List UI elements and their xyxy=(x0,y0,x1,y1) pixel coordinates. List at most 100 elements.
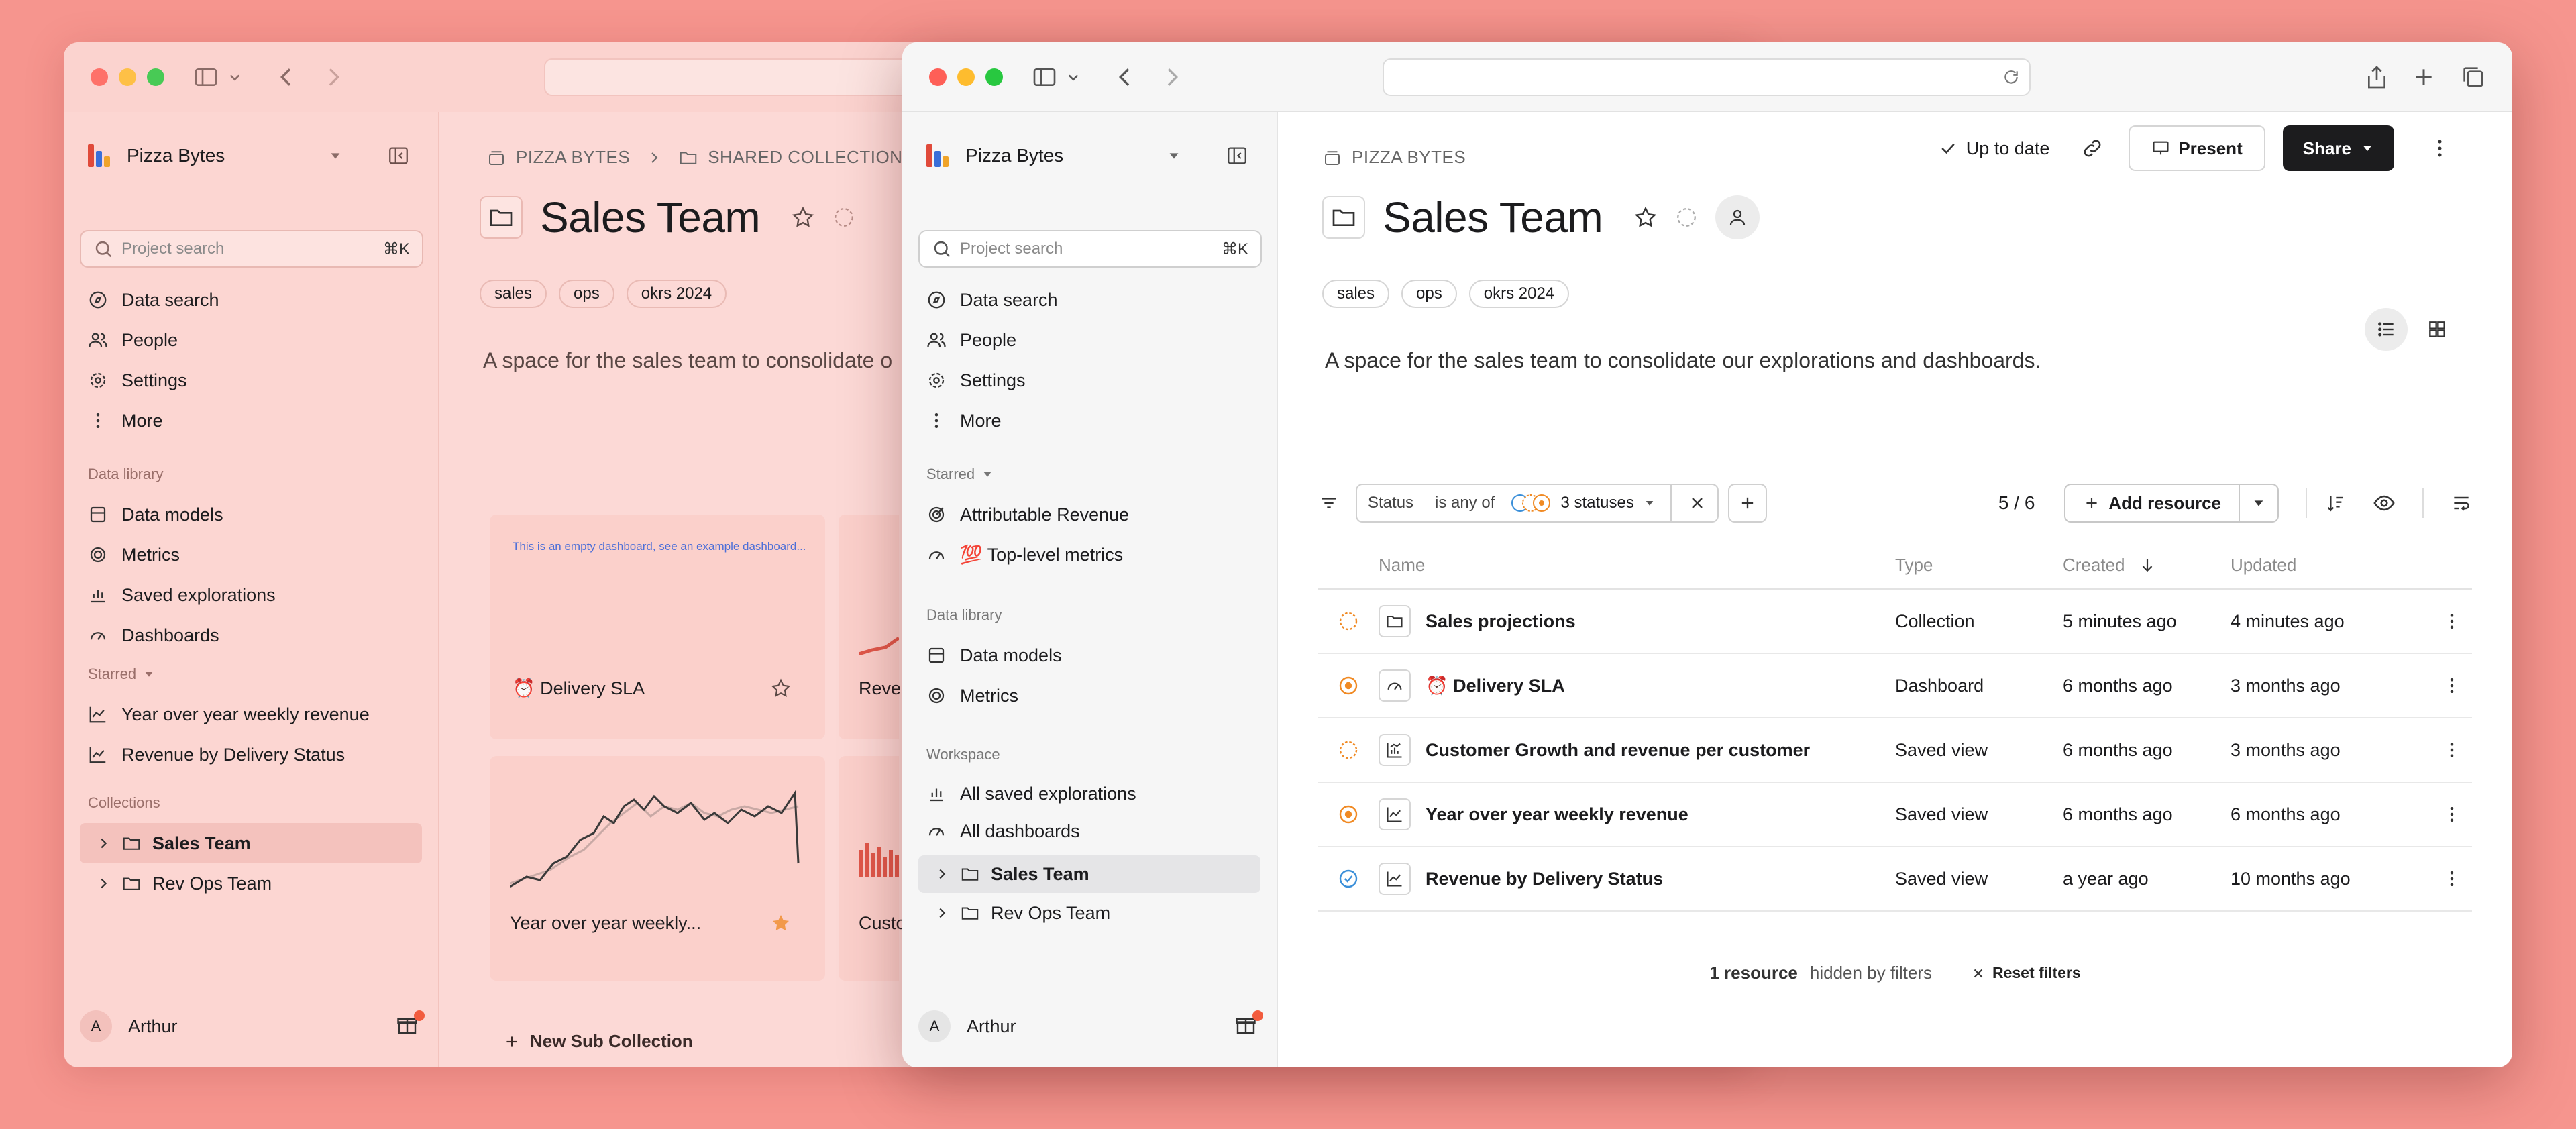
breadcrumb-shared[interactable]: SHARED COLLECTIONS xyxy=(708,147,914,168)
sort-icon[interactable] xyxy=(2324,492,2346,514)
forward-arrow-icon[interactable] xyxy=(319,64,348,91)
user-menu[interactable]: A Arthur xyxy=(80,1003,425,1050)
close-icon[interactable] xyxy=(1688,494,1707,513)
status-filter-chip[interactable]: Status is any of 3 statuses xyxy=(1356,484,1719,523)
add-filter-button[interactable] xyxy=(1727,484,1767,523)
share-sheet-icon[interactable] xyxy=(2362,64,2392,91)
more-vertical-icon[interactable] xyxy=(2442,676,2462,696)
more-vertical-icon[interactable] xyxy=(2442,804,2462,824)
copy-link-button[interactable] xyxy=(2074,129,2111,167)
workspace-switcher[interactable]: Pizza Bytes xyxy=(926,139,1181,172)
tag[interactable]: sales xyxy=(480,280,547,308)
card-customer-growth[interactable]: Custo xyxy=(839,756,906,981)
tab-overview-icon[interactable] xyxy=(2459,64,2488,91)
present-button[interactable]: Present xyxy=(2129,125,2265,171)
project-search-input[interactable]: Project search ⌘K xyxy=(80,230,423,268)
nav-more[interactable]: More xyxy=(64,400,438,441)
filter-icon[interactable] xyxy=(1318,492,1340,514)
section-starred[interactable]: Starred xyxy=(64,654,438,694)
nav-data-search[interactable]: Data search xyxy=(902,280,1277,320)
nav-settings[interactable]: Settings xyxy=(902,360,1277,400)
collection-rev-ops-team[interactable]: Rev Ops Team xyxy=(918,893,1260,933)
eye-icon[interactable] xyxy=(2373,492,2396,515)
nav-saved-explorations[interactable]: Saved explorations xyxy=(64,575,438,615)
empty-dashboard-note[interactable]: This is an empty dashboard, see an examp… xyxy=(513,540,806,553)
chevron-down-icon[interactable] xyxy=(1063,64,1083,91)
more-vertical-icon[interactable] xyxy=(2442,740,2462,760)
new-tab-icon[interactable] xyxy=(2409,64,2438,91)
status-icon[interactable] xyxy=(1675,206,1698,229)
more-vertical-icon[interactable] xyxy=(2442,869,2462,889)
tag[interactable]: okrs 2024 xyxy=(1468,280,1570,308)
column-updated[interactable]: Updated xyxy=(2231,555,2398,576)
grid-view-icon[interactable] xyxy=(2416,308,2459,351)
table-row[interactable]: Sales projections Collection 5 minutes a… xyxy=(1318,590,2472,654)
tag[interactable]: ops xyxy=(1401,280,1457,308)
back-arrow-icon[interactable] xyxy=(1110,64,1140,91)
collection-sales-team[interactable]: Sales Team xyxy=(918,855,1260,893)
column-created[interactable]: Created xyxy=(2063,555,2231,576)
status-in-progress-icon[interactable] xyxy=(1338,675,1359,696)
more-vertical-icon[interactable] xyxy=(2442,611,2462,631)
status-done-icon[interactable] xyxy=(1338,868,1359,890)
back-arrow-icon[interactable] xyxy=(272,64,301,91)
status-dashed-icon[interactable] xyxy=(1338,610,1359,632)
add-resource-button[interactable]: Add resource xyxy=(2064,484,2279,523)
nav-people[interactable]: People xyxy=(902,320,1277,360)
page-title[interactable]: Sales Team xyxy=(1383,193,1603,242)
owner-avatar-button[interactable] xyxy=(1715,195,1760,239)
nav-all-dashboards[interactable]: All dashboards xyxy=(902,812,1277,850)
card-year-over-year[interactable]: Year over year weekly... xyxy=(490,756,825,981)
chevron-right-icon[interactable] xyxy=(96,836,111,851)
section-starred[interactable]: Starred xyxy=(902,454,1277,494)
star-icon[interactable] xyxy=(1633,205,1658,229)
forward-arrow-icon[interactable] xyxy=(1157,64,1187,91)
share-button[interactable]: Share xyxy=(2282,125,2394,171)
collapse-sidebar-icon[interactable] xyxy=(387,144,410,167)
nav-people[interactable]: People xyxy=(64,320,438,360)
breadcrumb-root[interactable]: PIZZA BYTES xyxy=(516,147,630,168)
status-in-progress-icon[interactable] xyxy=(1338,804,1359,825)
column-type[interactable]: Type xyxy=(1895,555,2063,576)
window-controls[interactable] xyxy=(91,68,164,86)
project-search-input[interactable]: Project search ⌘K xyxy=(918,230,1262,268)
star-filled-icon[interactable] xyxy=(770,912,792,934)
table-row[interactable]: Customer Growth and revenue per customer… xyxy=(1318,718,2472,783)
sidebar-toggle-icon[interactable] xyxy=(191,64,221,91)
star-icon[interactable] xyxy=(791,205,815,229)
nav-settings[interactable]: Settings xyxy=(64,360,438,400)
nav-dashboards[interactable]: Dashboards xyxy=(64,615,438,655)
starred-item[interactable]: Year over year weekly revenue xyxy=(64,694,438,735)
card-delivery-sla[interactable]: This is an empty dashboard, see an examp… xyxy=(490,515,825,739)
wrap-text-icon[interactable] xyxy=(2451,492,2472,514)
user-menu[interactable]: A Arthur xyxy=(918,1003,1263,1050)
starred-item[interactable]: Revenue by Delivery Status xyxy=(64,735,438,775)
card-revenue[interactable]: Reve xyxy=(839,515,901,739)
starred-item[interactable]: Attributable Revenue xyxy=(902,494,1277,535)
nav-data-models[interactable]: Data models xyxy=(902,635,1277,676)
tag[interactable]: ops xyxy=(559,280,614,308)
address-bar[interactable] xyxy=(1383,58,2031,96)
star-icon[interactable] xyxy=(770,678,792,699)
tag[interactable]: sales xyxy=(1322,280,1390,308)
collection-sales-team[interactable]: Sales Team xyxy=(80,823,422,863)
gift-icon[interactable] xyxy=(395,1010,425,1040)
workspace-switcher[interactable]: Pizza Bytes xyxy=(88,139,343,172)
starred-item[interactable]: 💯 Top-level metrics xyxy=(902,535,1277,575)
sidebar-toggle-icon[interactable] xyxy=(1030,64,1059,91)
nav-data-models[interactable]: Data models xyxy=(64,494,438,535)
status-icon[interactable] xyxy=(833,206,855,229)
more-options-button[interactable] xyxy=(2421,129,2459,167)
collection-rev-ops-team[interactable]: Rev Ops Team xyxy=(80,863,422,904)
chevron-right-icon[interactable] xyxy=(934,906,949,920)
nav-metrics[interactable]: Metrics xyxy=(64,535,438,575)
new-sub-collection-button[interactable]: New Sub Collection xyxy=(503,1031,693,1052)
gift-icon[interactable] xyxy=(1234,1010,1263,1040)
window-controls[interactable] xyxy=(929,68,1003,86)
nav-data-search[interactable]: Data search xyxy=(64,280,438,320)
table-row[interactable]: ⏰ Delivery SLA Dashboard 6 months ago 3 … xyxy=(1318,654,2472,718)
reload-icon[interactable] xyxy=(2002,68,2020,86)
table-row[interactable]: Revenue by Delivery Status Saved view a … xyxy=(1318,847,2472,912)
column-name[interactable]: Name xyxy=(1379,555,1895,576)
chevron-right-icon[interactable] xyxy=(96,876,111,891)
